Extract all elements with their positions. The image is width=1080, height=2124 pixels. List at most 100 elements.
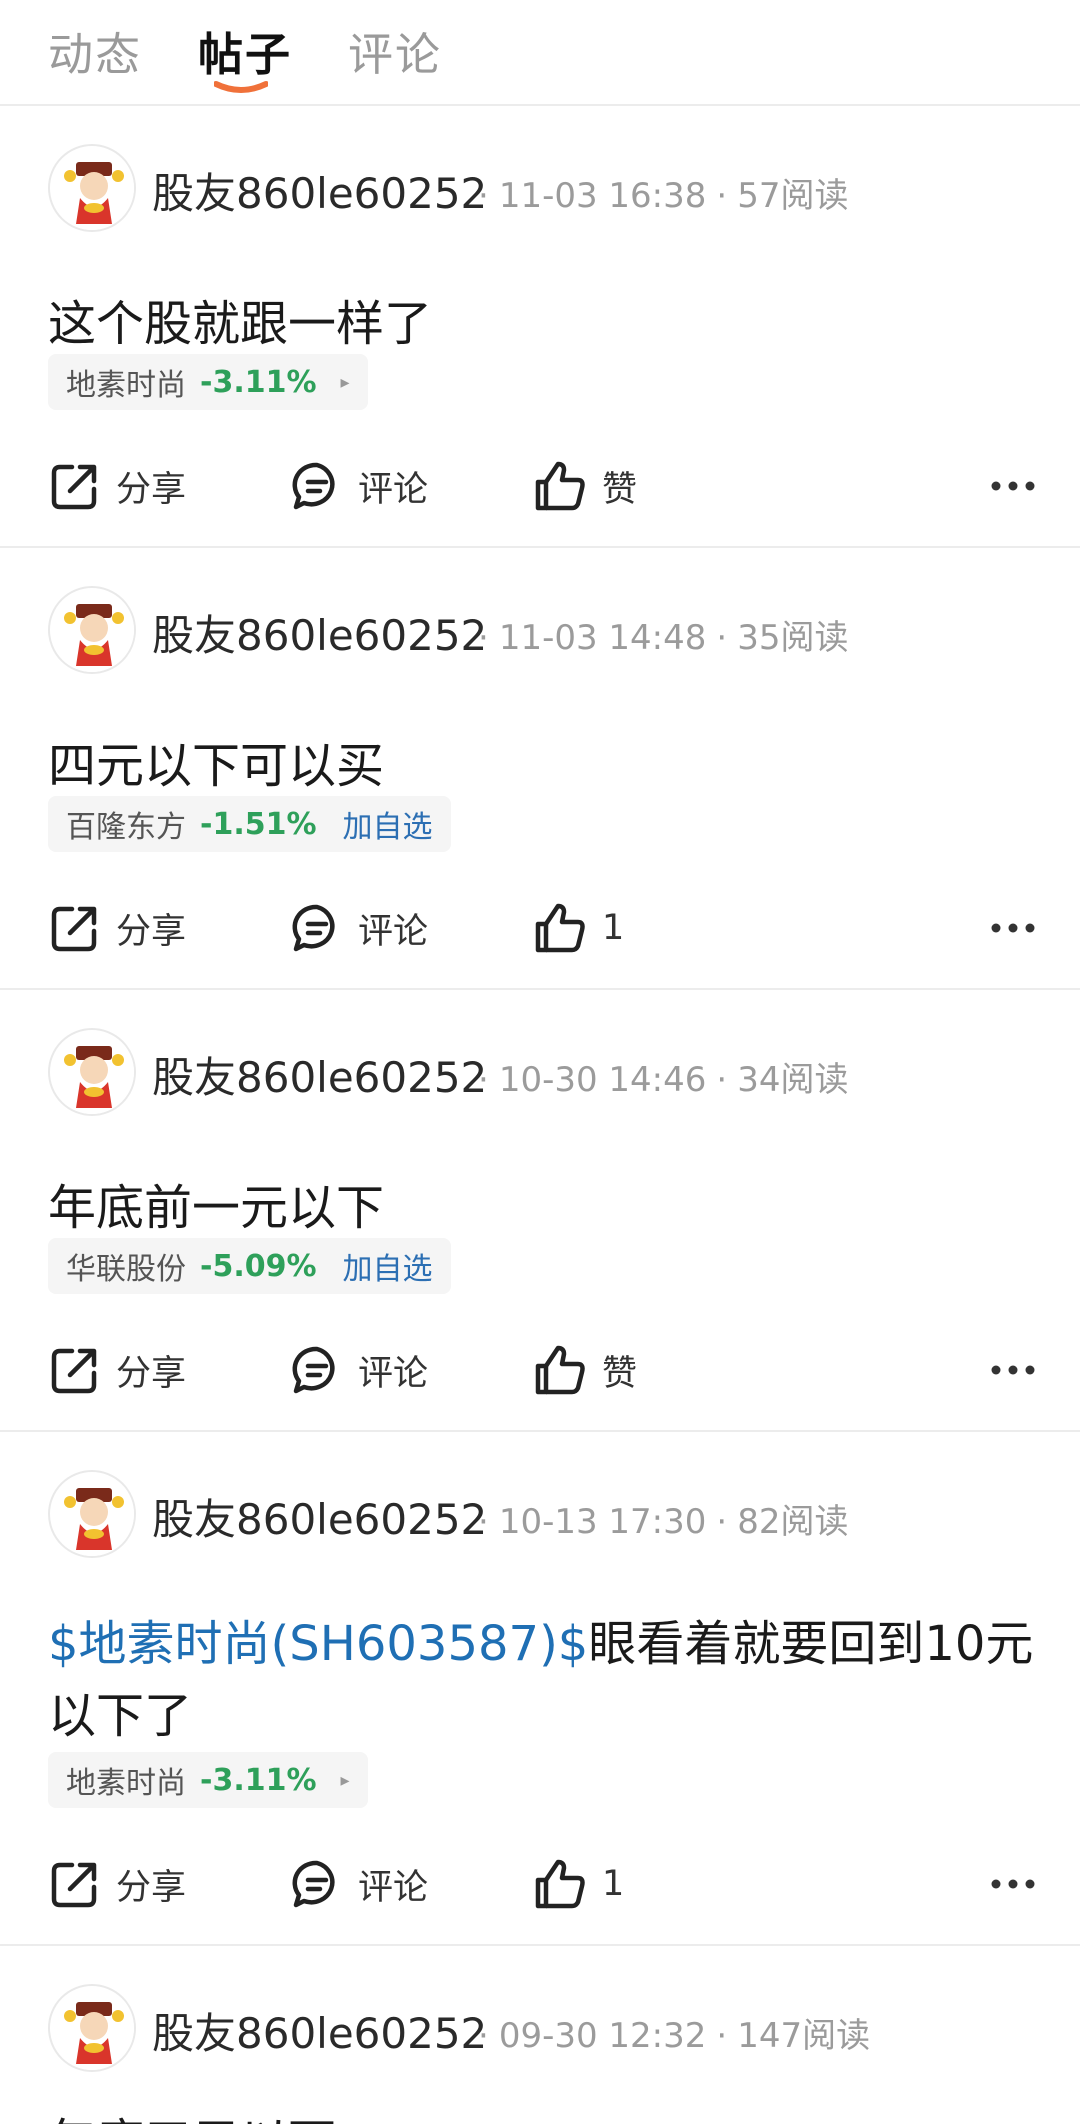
post-card[interactable]: 股友860le60252 · 10-30 14:46 · 34阅读 年底前一元以下 华… bbox=[0, 990, 1080, 1432]
action-bar: 分享 评论 1 bbox=[48, 898, 1038, 958]
stock-name: 地素时尚 bbox=[66, 368, 186, 403]
like-button[interactable]: 1 bbox=[532, 1854, 624, 1914]
stock-tag[interactable]: 百隆东方 -1.51% 加自选 bbox=[48, 796, 451, 852]
post-header: 股友860le60252 · 10-13 17:30 · 82阅读 bbox=[48, 1470, 1048, 1560]
fortune-god-avatar-icon bbox=[52, 148, 134, 230]
post-header: 股友860le60252 · 09-30 12:32 · 147阅读 bbox=[48, 1984, 1048, 2074]
share-icon bbox=[51, 1862, 97, 1908]
avatar[interactable] bbox=[48, 586, 136, 674]
comment-button[interactable]: 评论 bbox=[290, 1854, 428, 1914]
comment-icon bbox=[292, 1346, 335, 1394]
stock-change: -3.11% bbox=[200, 364, 317, 400]
stock-change: -5.09% bbox=[200, 1248, 317, 1284]
avatar[interactable] bbox=[48, 144, 136, 232]
like-button[interactable]: 赞 bbox=[532, 1340, 637, 1400]
avatar[interactable] bbox=[48, 1028, 136, 1116]
post-card[interactable]: 股友860le60252 · 11-03 16:38 · 57阅读 这个股就跟一样了 … bbox=[0, 106, 1080, 548]
avatar[interactable] bbox=[48, 1984, 136, 2072]
comment-button[interactable]: 评论 bbox=[290, 898, 428, 958]
read-count: 34阅读 bbox=[737, 1060, 849, 1100]
post-content[interactable]: 年底前一元以下 bbox=[48, 1172, 1038, 1244]
author-name[interactable]: 股友860le60252 bbox=[152, 602, 487, 663]
author-name[interactable]: 股友860le60252 bbox=[152, 2000, 487, 2061]
share-icon bbox=[51, 464, 97, 510]
post-meta: · 10-30 14:46 · 34阅读 bbox=[478, 1060, 849, 1100]
stock-change: -3.11% bbox=[200, 1762, 317, 1798]
fortune-god-avatar-icon bbox=[52, 1032, 134, 1114]
play-arrow-icon: ▸ bbox=[340, 371, 350, 393]
more-options-icon[interactable] bbox=[988, 908, 1038, 948]
more-options-icon[interactable] bbox=[988, 1350, 1038, 1390]
read-count: 35阅读 bbox=[737, 618, 849, 658]
share-button[interactable]: 分享 bbox=[48, 1340, 186, 1400]
tab-dynamic[interactable]: 动态 bbox=[48, 18, 142, 83]
share-button[interactable]: 分享 bbox=[48, 898, 186, 958]
post-meta: · 10-13 17:30 · 82阅读 bbox=[478, 1502, 849, 1542]
post-meta: · 11-03 14:48 · 35阅读 bbox=[478, 618, 849, 658]
post-content[interactable]: $地素时尚(SH603587)$眼看着就要回到10元以下了 bbox=[48, 1608, 1038, 1752]
read-count: 82阅读 bbox=[737, 1502, 849, 1542]
thumbs-up-icon bbox=[535, 1859, 585, 1909]
post-header: 股友860le60252 · 10-30 14:46 · 34阅读 bbox=[48, 1028, 1048, 1118]
action-bar: 分享 评论 1 bbox=[48, 1854, 1038, 1914]
like-button[interactable]: 赞 bbox=[532, 456, 637, 516]
author-name[interactable]: 股友860le60252 bbox=[152, 1044, 487, 1105]
stock-link[interactable]: $地素时尚(SH603587)$ bbox=[48, 1616, 588, 1672]
comment-icon bbox=[292, 904, 335, 952]
comment-button[interactable]: 评论 bbox=[290, 1340, 428, 1400]
stock-tag[interactable]: 地素时尚 -3.11% ▸ bbox=[48, 1752, 368, 1808]
post-time: 10-13 17:30 bbox=[498, 1502, 707, 1542]
post-card[interactable]: 股友860le60252 ·09-30 12:32·147阅读 年底五元以下 bbox=[0, 1946, 1080, 2124]
read-count: 147阅读 bbox=[737, 2016, 871, 2056]
fortune-god-avatar-icon bbox=[52, 590, 134, 672]
stock-name: 百隆东方 bbox=[66, 810, 186, 845]
tab-bar: 动态 帖子 评论 bbox=[0, 0, 1080, 106]
add-watchlist-button[interactable]: 加自选 bbox=[343, 1244, 433, 1288]
action-bar: 分享 评论 赞 bbox=[48, 1340, 1038, 1400]
thumbs-up-icon bbox=[535, 903, 585, 953]
stock-tag[interactable]: 华联股份 -5.09% 加自选 bbox=[48, 1238, 451, 1294]
stock-name: 华联股份 bbox=[66, 1252, 186, 1287]
post-time: 11-03 16:38 bbox=[498, 176, 707, 216]
tab-comments[interactable]: 评论 bbox=[348, 18, 442, 83]
stock-name: 地素时尚 bbox=[66, 1766, 186, 1801]
active-tab-indicator bbox=[214, 81, 268, 93]
fortune-god-avatar-icon bbox=[52, 1988, 134, 2070]
post-content[interactable]: 年底五元以下 bbox=[48, 2106, 1038, 2124]
stock-tag[interactable]: 地素时尚 -3.11% ▸ bbox=[48, 354, 368, 410]
like-button[interactable]: 1 bbox=[532, 898, 624, 958]
more-options-icon[interactable] bbox=[988, 1864, 1038, 1904]
play-arrow-icon: ▸ bbox=[340, 1769, 350, 1791]
share-icon bbox=[51, 906, 97, 952]
author-name[interactable]: 股友860le60252 bbox=[152, 1486, 487, 1547]
add-watchlist-button[interactable]: 加自选 bbox=[343, 802, 433, 846]
post-card[interactable]: 股友860le60252 · 10-13 17:30 · 82阅读 $地素时尚(SH6… bbox=[0, 1432, 1080, 1946]
post-time: 11-03 14:48 bbox=[498, 618, 707, 658]
post-meta: · 09-30 12:32 · 147阅读 bbox=[478, 2016, 871, 2056]
read-count: 57阅读 bbox=[737, 176, 849, 216]
post-time: 09-30 12:32 bbox=[498, 2016, 707, 2056]
tab-posts[interactable]: 帖子 bbox=[198, 18, 292, 83]
like-count: 1 bbox=[602, 908, 625, 948]
share-icon bbox=[51, 1348, 97, 1394]
thumbs-up-icon bbox=[535, 1345, 585, 1395]
like-count: 1 bbox=[602, 1864, 625, 1904]
avatar[interactable] bbox=[48, 1470, 136, 1558]
comment-icon bbox=[292, 462, 335, 510]
post-header: 股友860le60252 · 11-03 16:38 · 57阅读 bbox=[48, 144, 1048, 234]
action-bar: 分享 评论 赞 bbox=[48, 456, 1038, 516]
comment-icon bbox=[292, 1860, 335, 1908]
share-button[interactable]: 分享 bbox=[48, 1854, 186, 1914]
share-button[interactable]: 分享 bbox=[48, 456, 186, 516]
post-card[interactable]: 股友860le60252 · 11-03 14:48 · 35阅读 四元以下可以买 百… bbox=[0, 548, 1080, 990]
comment-button[interactable]: 评论 bbox=[290, 456, 428, 516]
thumbs-up-icon bbox=[535, 461, 585, 511]
fortune-god-avatar-icon bbox=[52, 1474, 134, 1556]
post-header: 股友860le60252 · 11-03 14:48 · 35阅读 bbox=[48, 586, 1048, 676]
post-time: 10-30 14:46 bbox=[498, 1060, 707, 1100]
author-name[interactable]: 股友860le60252 bbox=[152, 160, 487, 221]
post-meta: · 11-03 16:38 · 57阅读 bbox=[478, 176, 849, 216]
more-options-icon[interactable] bbox=[988, 466, 1038, 506]
post-content[interactable]: 四元以下可以买 bbox=[48, 730, 1038, 802]
post-content[interactable]: 这个股就跟一样了 bbox=[48, 288, 1038, 360]
